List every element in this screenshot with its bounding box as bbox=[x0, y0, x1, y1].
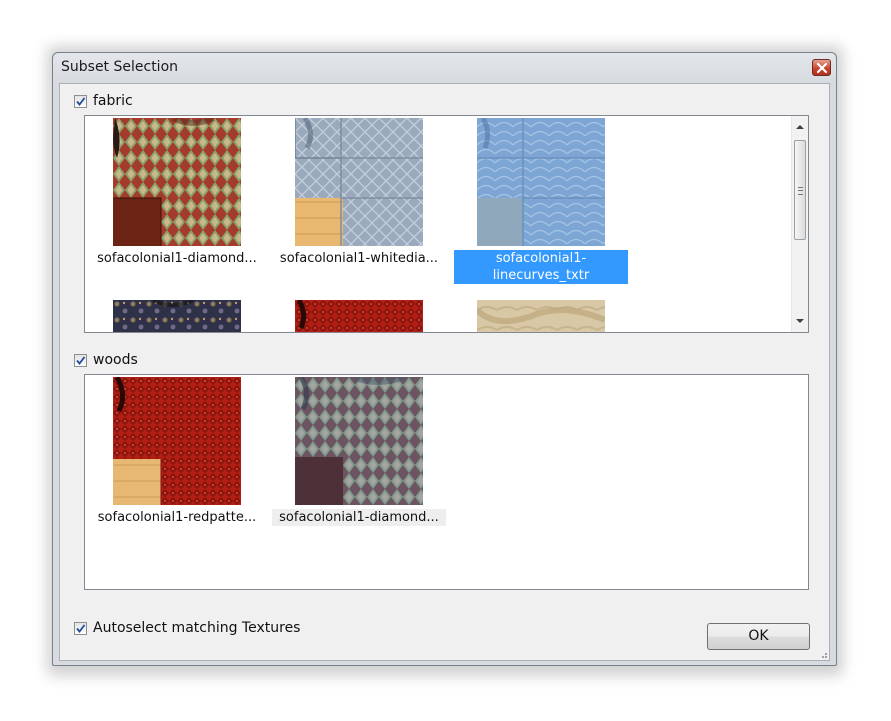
texture-item-selected[interactable]: sofacolonial1-linecurves_txtr bbox=[452, 118, 630, 288]
autoselect-checkbox[interactable] bbox=[74, 621, 87, 635]
texture-item-focused[interactable]: sofacolonial1-diamond... bbox=[270, 377, 448, 527]
texture-item[interactable] bbox=[270, 300, 448, 332]
group-header-woods: woods bbox=[74, 351, 138, 369]
fabric-checkbox[interactable] bbox=[74, 94, 87, 108]
resize-grip-icon[interactable] bbox=[819, 650, 827, 658]
title-bar[interactable]: Subset Selection bbox=[53, 53, 836, 83]
subset-selection-dialog: Subset Selection fabric sofacolonial1-di… bbox=[52, 52, 837, 666]
texture-thumbnail bbox=[295, 377, 423, 505]
ok-button[interactable]: OK bbox=[707, 623, 810, 650]
woods-label: woods bbox=[93, 352, 138, 368]
close-icon bbox=[816, 62, 828, 74]
scroll-up-arrow-icon[interactable] bbox=[795, 122, 805, 132]
scroll-down-arrow-icon[interactable] bbox=[795, 316, 805, 326]
texture-caption: sofacolonial1-diamond... bbox=[272, 509, 446, 526]
dialog-client-area: fabric sofacolonial1-diamond... sofacolo… bbox=[59, 83, 830, 661]
woods-texture-list[interactable]: sofacolonial1-redpatte... sofacolonial1-… bbox=[84, 374, 809, 590]
fabric-texture-list[interactable]: sofacolonial1-diamond... sofacolonial1-w… bbox=[84, 115, 809, 333]
texture-caption: sofacolonial1-diamond... bbox=[97, 251, 257, 266]
texture-thumbnail bbox=[113, 377, 241, 505]
texture-thumbnail bbox=[113, 300, 241, 332]
scrollbar-thumb[interactable] bbox=[794, 140, 806, 240]
texture-thumbnail bbox=[295, 300, 423, 332]
close-button[interactable] bbox=[812, 59, 831, 76]
texture-item[interactable] bbox=[452, 300, 630, 332]
checkmark-icon bbox=[76, 623, 86, 633]
group-header-fabric: fabric bbox=[74, 92, 133, 110]
autoselect-option[interactable]: Autoselect matching Textures bbox=[74, 620, 300, 636]
texture-thumbnail bbox=[295, 118, 423, 246]
texture-thumbnail bbox=[477, 118, 605, 246]
texture-item[interactable] bbox=[88, 300, 266, 332]
texture-thumbnail bbox=[113, 118, 241, 246]
checkmark-icon bbox=[76, 355, 86, 365]
texture-thumbnail bbox=[477, 300, 605, 332]
woods-checkbox[interactable] bbox=[74, 353, 87, 367]
fabric-scrollbar[interactable] bbox=[791, 116, 808, 332]
texture-caption: sofacolonial1-whitedia... bbox=[279, 251, 439, 266]
grip-icon bbox=[798, 187, 803, 195]
texture-item[interactable]: sofacolonial1-whitedia... bbox=[270, 118, 448, 268]
checkmark-icon bbox=[76, 96, 86, 106]
texture-item[interactable]: sofacolonial1-diamond... bbox=[88, 118, 266, 268]
autoselect-label: Autoselect matching Textures bbox=[93, 620, 301, 636]
texture-caption-selected: sofacolonial1-linecurves_txtr bbox=[454, 250, 628, 284]
texture-caption: sofacolonial1-redpatte... bbox=[97, 510, 257, 525]
texture-item[interactable]: sofacolonial1-redpatte... bbox=[88, 377, 266, 527]
window-title: Subset Selection bbox=[61, 59, 179, 75]
fabric-label: fabric bbox=[93, 93, 133, 109]
